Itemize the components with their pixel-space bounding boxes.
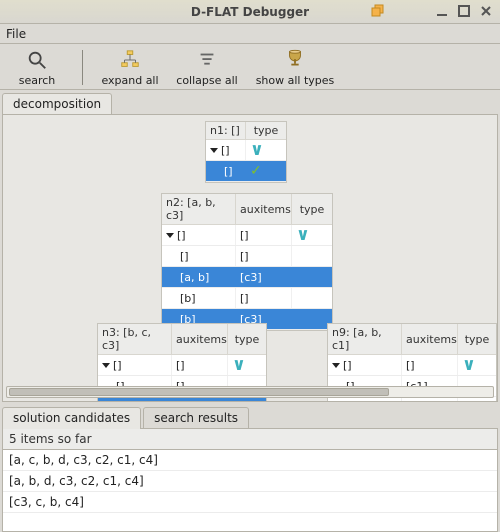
header-type: type bbox=[458, 324, 496, 354]
disclosure-icon[interactable] bbox=[332, 363, 340, 368]
table-row[interactable]: [] [] ∨ bbox=[162, 225, 332, 246]
cell-value: [] bbox=[343, 359, 352, 372]
horizontal-scrollbar[interactable] bbox=[6, 386, 494, 398]
cell-value: [] bbox=[406, 359, 415, 372]
collapse-all-icon bbox=[195, 48, 219, 72]
type-vee-icon: ∨ bbox=[250, 143, 264, 157]
menubar: File bbox=[0, 24, 500, 44]
header-type: type bbox=[292, 194, 332, 224]
tab-search-results[interactable]: search results bbox=[143, 407, 249, 428]
table-header: n1: [] type bbox=[206, 122, 286, 140]
close-button[interactable] bbox=[478, 3, 494, 19]
toolbar: search expand all collapse all show all … bbox=[0, 44, 500, 90]
show-all-types-button[interactable]: show all types bbox=[253, 48, 337, 87]
cell-value: [] bbox=[176, 359, 185, 372]
toolbar-separator bbox=[82, 50, 83, 85]
table-row[interactable]: [a, b] [c3] bbox=[162, 267, 332, 288]
bottom-tab-strip: solution candidates search results bbox=[0, 404, 500, 428]
table-row[interactable]: [b] [] bbox=[162, 288, 332, 309]
header-main: n2: [a, b, c3] bbox=[162, 194, 236, 224]
cell-value: [b] bbox=[116, 401, 132, 403]
show-all-types-label: show all types bbox=[256, 74, 335, 87]
search-button[interactable]: search bbox=[8, 48, 66, 87]
cell-value: [] bbox=[221, 144, 230, 157]
top-tab-strip: decomposition bbox=[0, 90, 500, 114]
table-n2[interactable]: n2: [a, b, c3] auxitems type [] [] ∨ [] … bbox=[161, 193, 333, 331]
collapse-all-button[interactable]: collapse all bbox=[175, 48, 239, 87]
collapse-all-label: collapse all bbox=[176, 74, 237, 87]
maximize-button[interactable] bbox=[456, 3, 472, 19]
header-aux: auxitems bbox=[172, 324, 228, 354]
solution-status: 5 items so far bbox=[3, 429, 497, 450]
type-check-icon: ✓ bbox=[250, 163, 262, 179]
type-vee-icon: ∨ bbox=[462, 358, 476, 372]
cell-value: [] bbox=[224, 165, 233, 178]
table-row[interactable]: [] [] bbox=[162, 246, 332, 267]
window-controls bbox=[370, 3, 494, 19]
cell-value: [] bbox=[240, 229, 249, 242]
cell-value: [] bbox=[177, 229, 186, 242]
cell-value: [] bbox=[406, 401, 415, 403]
table-row[interactable]: [] ∨ bbox=[206, 140, 286, 161]
header-type: type bbox=[228, 324, 266, 354]
table-n1[interactable]: n1: [] type [] ∨ [] ✓ bbox=[205, 121, 287, 183]
disclosure-icon[interactable] bbox=[166, 233, 174, 238]
menu-file[interactable]: File bbox=[6, 27, 26, 41]
tab-solution-candidates[interactable]: solution candidates bbox=[2, 407, 141, 429]
table-row[interactable]: [] ✓ bbox=[206, 161, 286, 182]
header-main: n3: [b, c, c3] bbox=[98, 324, 172, 354]
cell-value: [a, b] bbox=[180, 271, 209, 284]
tab-decomposition[interactable]: decomposition bbox=[2, 93, 112, 115]
scrollbar-thumb[interactable] bbox=[9, 388, 389, 396]
cell-value: [] bbox=[176, 401, 185, 403]
type-vee-icon: ∨ bbox=[296, 228, 310, 242]
search-icon bbox=[25, 48, 49, 72]
solution-panel: 5 items so far [a, c, b, d, c3, c2, c1, … bbox=[2, 428, 498, 532]
list-item[interactable]: [a, c, b, d, c3, c2, c1, c4] bbox=[3, 450, 497, 471]
list-item[interactable]: [c3, c, b, c4] bbox=[3, 492, 497, 513]
minimize-button[interactable] bbox=[434, 3, 450, 19]
cell-value: [c3] bbox=[240, 271, 262, 284]
solution-list[interactable]: [a, c, b, d, c3, c2, c1, c4] [a, b, d, c… bbox=[3, 450, 497, 531]
cell-value: [] bbox=[240, 250, 249, 263]
cell-value: [] bbox=[113, 359, 122, 372]
type-vee-icon: ∨ bbox=[232, 358, 246, 372]
list-item[interactable]: [a, b, d, c3, c2, c1, c4] bbox=[3, 471, 497, 492]
table-header: n3: [b, c, c3] auxitems type bbox=[98, 324, 266, 355]
header-main: n9: [a, b, c1] bbox=[328, 324, 402, 354]
table-header: n9: [a, b, c1] auxitems type bbox=[328, 324, 496, 355]
cell-value: [a] bbox=[346, 401, 361, 403]
table-row[interactable]: [] [] ∨ bbox=[98, 355, 266, 376]
restore-windows-icon[interactable] bbox=[370, 3, 386, 19]
header-main: n1: [] bbox=[206, 122, 246, 139]
expand-all-label: expand all bbox=[101, 74, 158, 87]
decomposition-panel: n1: [] type [] ∨ [] ✓ n2: [a, b, c3] aux… bbox=[2, 114, 498, 402]
disclosure-icon[interactable] bbox=[210, 148, 218, 153]
expand-all-button[interactable]: expand all bbox=[99, 48, 161, 87]
cell-value: [] bbox=[240, 292, 249, 305]
titlebar: D-FLAT Debugger bbox=[0, 0, 500, 24]
table-row[interactable]: [] [] ∨ bbox=[328, 355, 496, 376]
expand-all-icon bbox=[118, 48, 142, 72]
table-header: n2: [a, b, c3] auxitems type bbox=[162, 194, 332, 225]
cell-value: [] bbox=[180, 250, 189, 263]
show-all-types-icon bbox=[283, 48, 307, 72]
header-aux: auxitems bbox=[236, 194, 292, 224]
search-label: search bbox=[19, 74, 56, 87]
cell-value: [b] bbox=[180, 292, 196, 305]
header-type: type bbox=[246, 122, 286, 139]
disclosure-icon[interactable] bbox=[102, 363, 110, 368]
header-aux: auxitems bbox=[402, 324, 458, 354]
